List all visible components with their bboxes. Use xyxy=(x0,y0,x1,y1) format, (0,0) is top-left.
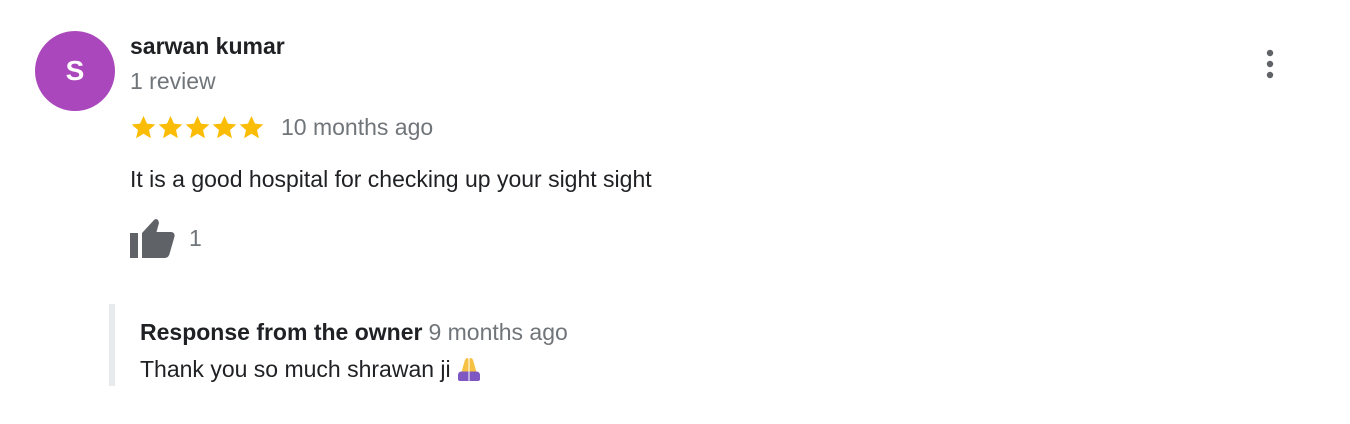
review-card: S sarwan kumar 1 review 10 months ago It… xyxy=(0,0,1350,424)
star-icon xyxy=(212,115,237,138)
owner-response-body: Thank you so much shrawan ji xyxy=(140,354,484,384)
review-date: 10 months ago xyxy=(281,114,434,140)
owner-response-date: 9 months ago xyxy=(428,319,568,345)
owner-response-text: Thank you so much shrawan ji xyxy=(140,356,451,382)
folded-hands-icon xyxy=(457,358,480,381)
star-icon xyxy=(185,115,210,138)
owner-response-header: Response from the owner 9 months ago xyxy=(140,318,568,350)
author-review-count: 1 review xyxy=(130,68,216,94)
star-rating xyxy=(130,112,265,142)
owner-response-title: Response from the owner xyxy=(140,319,423,345)
star-icon xyxy=(131,115,156,138)
author-name[interactable]: sarwan kumar xyxy=(130,32,285,60)
like-button[interactable] xyxy=(128,216,178,260)
more-options-button[interactable] xyxy=(1255,44,1285,84)
review-text: It is a good hospital for checking up yo… xyxy=(130,166,652,192)
owner-response: Response from the owner 9 months ago Than… xyxy=(109,304,1215,386)
star-icon xyxy=(158,115,183,138)
thumb-up-icon xyxy=(130,219,175,258)
avatar-initial: S xyxy=(65,55,85,86)
avatar[interactable]: S xyxy=(35,31,115,111)
rating-row: 10 months ago xyxy=(130,112,433,142)
star-icon xyxy=(239,115,264,138)
like-row: 1 xyxy=(128,216,202,260)
like-count: 1 xyxy=(189,225,202,251)
more-vert-icon xyxy=(1266,49,1274,79)
